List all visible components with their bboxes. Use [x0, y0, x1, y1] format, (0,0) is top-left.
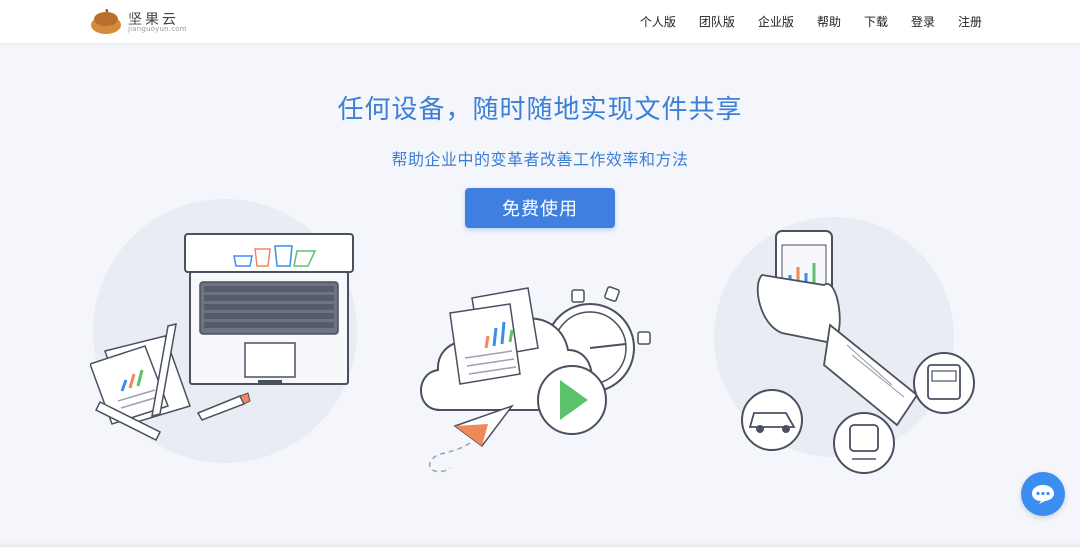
main-menu: 个人版 团队版 企业版 帮助 下载 登录 注册 [640, 0, 982, 43]
brand-logo[interactable]: 坚果云 jianguoyun.com [88, 8, 188, 36]
hero-subtitle: 帮助企业中的变革者改善工作效率和方法 [391, 150, 689, 169]
nav-register[interactable]: 注册 [958, 13, 982, 30]
hero-title: 任何设备，随时随地实现文件共享 [337, 95, 743, 125]
nav-enterprise[interactable]: 企业版 [758, 13, 794, 30]
cloud-illustration [420, 286, 651, 473]
nav-team[interactable]: 团队版 [699, 13, 735, 30]
laptop-illustration [90, 199, 357, 463]
top-navbar: 坚果云 jianguoyun.com 个人版 团队版 企业版 帮助 下载 登录 … [0, 0, 1080, 43]
nav-download[interactable]: 下载 [864, 13, 888, 30]
brand-domain: jianguoyun.com [128, 25, 187, 33]
nav-login[interactable]: 登录 [911, 13, 935, 30]
chat-button[interactable] [1021, 472, 1065, 516]
acorn-logo-icon [91, 9, 121, 34]
free-use-button[interactable]: 免费使用 [465, 188, 615, 228]
nav-personal[interactable]: 个人版 [640, 13, 676, 30]
mobile-illustration [714, 217, 975, 474]
nav-help[interactable]: 帮助 [817, 13, 841, 30]
bottom-divider [0, 540, 1080, 547]
chat-bubble-icon [1032, 485, 1054, 504]
